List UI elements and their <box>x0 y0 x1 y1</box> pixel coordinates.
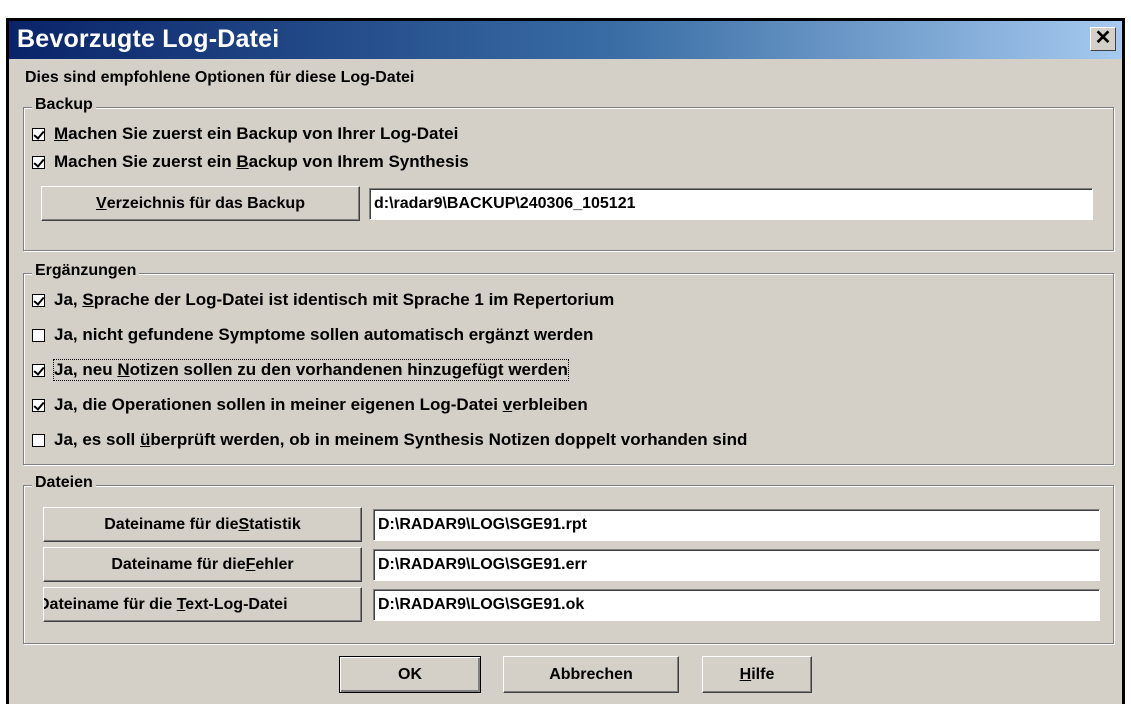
checkbox-box[interactable] <box>32 433 45 447</box>
language-identical-checkbox[interactable]: Ja, Sprache der Log-Datei ist identisch … <box>32 288 614 312</box>
title-bar[interactable]: Bevorzugte Log-Datei ✕ <box>9 21 1122 59</box>
check-duplicate-notes-checkbox[interactable]: Ja, es soll überprüft werden, ob in mein… <box>32 428 747 452</box>
keep-operations-checkbox[interactable]: Ja, die Operationen sollen in meiner eig… <box>32 393 588 417</box>
intro-text: Dies sind empfohlene Optionen für diese … <box>25 69 415 86</box>
backup-logfile-checkbox[interactable]: Machen Sie zuerst ein Backup von Ihrer L… <box>32 122 458 146</box>
errors-filename-button[interactable]: Dateiname für die Fehler <box>43 547 362 582</box>
auto-add-symptoms-checkbox[interactable]: Ja, nicht gefundene Symptome sollen auto… <box>32 323 593 347</box>
textlog-filename-field[interactable]: D:\RADAR9\LOG\SGE91.ok <box>373 589 1100 621</box>
checkbox-label: Ja, nicht gefundene Symptome sollen auto… <box>54 325 594 344</box>
dateien-group: Dateien Dateiname für die Statistik D:\R… <box>23 474 1114 644</box>
close-button[interactable]: ✕ <box>1090 27 1116 51</box>
checkbox-label: Machen Sie zuerst ein Backup von Ihrer L… <box>54 124 459 143</box>
checkbox-label: Ja, es soll überprüft werden, ob in mein… <box>54 430 748 449</box>
checkbox-box[interactable] <box>32 363 45 377</box>
checkbox-box[interactable] <box>32 398 45 412</box>
checkbox-box[interactable] <box>32 127 45 141</box>
help-button[interactable]: Hilfe <box>702 656 812 693</box>
dateien-legend: Dateien <box>32 474 96 492</box>
backup-directory-field[interactable]: d:\radar9\BACKUP\240306_105121 <box>369 188 1093 220</box>
cancel-button[interactable]: Abbrechen <box>503 656 679 693</box>
ergaenzungen-legend: Ergänzungen <box>32 262 140 280</box>
backup-legend: Backup <box>32 96 96 114</box>
checkbox-label: Ja, neu Notizen sollen zu den vorhandene… <box>53 359 569 381</box>
checkbox-label: Ja, Sprache der Log-Datei ist identisch … <box>54 290 615 309</box>
ergaenzungen-group: Ergänzungen Ja, Sprache der Log-Datei is… <box>23 262 1114 465</box>
backup-synthesis-checkbox[interactable]: Machen Sie zuerst ein Backup von Ihrem S… <box>32 150 469 174</box>
checkbox-label: Machen Sie zuerst ein Backup von Ihrem S… <box>54 152 469 171</box>
dialog-title: Bevorzugte Log-Datei <box>17 25 280 53</box>
textlog-filename-button[interactable]: Dateiname für die Text-Log-Datei <box>43 587 362 622</box>
statistics-filename-field[interactable]: D:\RADAR9\LOG\SGE91.rpt <box>373 509 1100 541</box>
backup-directory-button[interactable]: Verzeichnis für das Backup <box>41 186 360 221</box>
checkbox-box[interactable] <box>32 155 45 169</box>
checkbox-label: Ja, die Operationen sollen in meiner eig… <box>54 395 588 414</box>
add-notes-checkbox[interactable]: Ja, neu Notizen sollen zu den vorhandene… <box>32 358 569 382</box>
checkbox-box[interactable] <box>32 328 45 342</box>
checkbox-box[interactable] <box>32 293 45 307</box>
statistics-filename-button[interactable]: Dateiname für die Statistik <box>43 507 362 542</box>
ok-button[interactable]: OK <box>339 656 481 693</box>
errors-filename-field[interactable]: D:\RADAR9\LOG\SGE91.err <box>373 549 1100 581</box>
backup-group: Backup Machen Sie zuerst ein Backup von … <box>23 96 1114 251</box>
dialog-window: Bevorzugte Log-Datei ✕ Dies sind empfohl… <box>6 18 1125 704</box>
